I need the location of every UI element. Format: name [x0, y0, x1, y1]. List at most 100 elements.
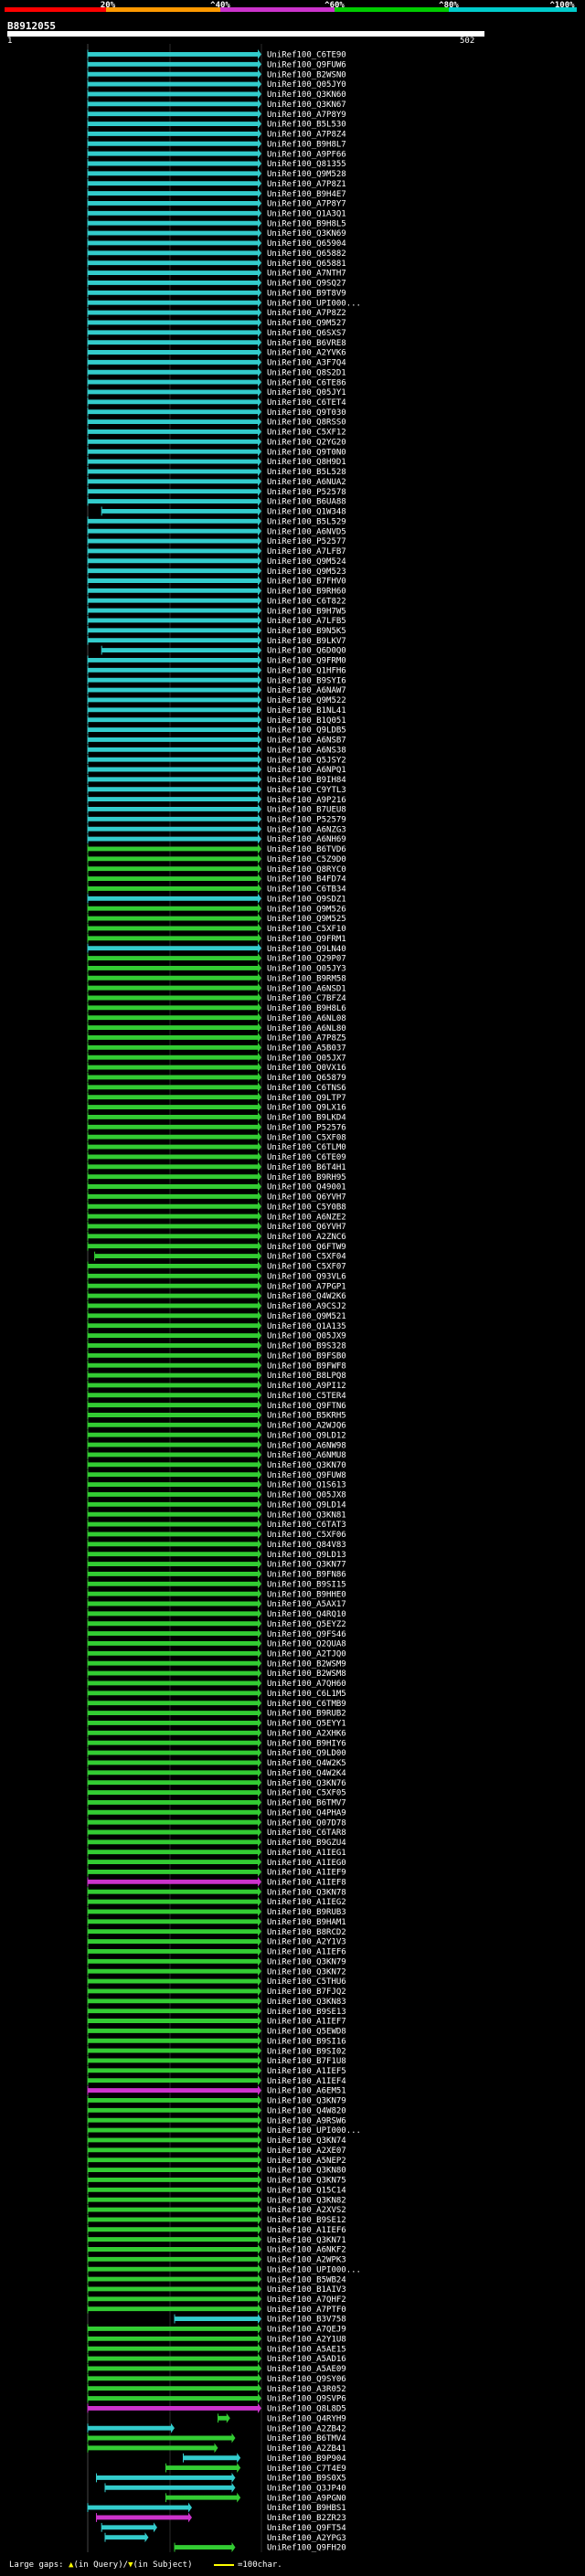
hit-label[interactable]: UniRef100_Q9LD14 — [267, 1500, 346, 1510]
hit-label[interactable]: UniRef100_Q9LD12 — [267, 1431, 346, 1440]
hit-label[interactable]: UniRef100_B5WB24 — [267, 2275, 346, 2284]
hit-label[interactable]: UniRef100_Q05JY3 — [267, 965, 346, 974]
hit-label[interactable]: UniRef100_A7P8Z1 — [267, 180, 346, 189]
hit-label[interactable]: UniRef100_C6TAR8 — [267, 1829, 346, 1838]
hit-label[interactable]: UniRef100_B9HHE0 — [267, 1590, 346, 1599]
hit-label[interactable]: UniRef100_Q9M523 — [267, 567, 346, 577]
hit-label[interactable]: UniRef100_A6NSD1 — [267, 984, 346, 993]
hit-label[interactable]: UniRef100_P52576 — [267, 1123, 346, 1132]
hit-label[interactable]: UniRef100_B9HIY6 — [267, 1739, 346, 1748]
hit-label[interactable]: UniRef100_A2YVK6 — [267, 349, 346, 358]
hit-label[interactable]: UniRef100_Q9FRM1 — [267, 935, 346, 944]
hit-label[interactable]: UniRef100_B7FJQ2 — [267, 1988, 346, 1997]
hit-label[interactable]: UniRef100_A2XHK6 — [267, 1729, 346, 1738]
hit-label[interactable]: UniRef100_B9RUB2 — [267, 1710, 346, 1719]
hit-label[interactable]: UniRef100_Q1W348 — [267, 508, 346, 517]
hit-label[interactable]: UniRef100_C6TE86 — [267, 378, 346, 387]
hit-label[interactable]: UniRef100_B9P904 — [267, 2454, 346, 2464]
hit-label[interactable]: UniRef100_B6UA88 — [267, 498, 346, 507]
hit-label[interactable]: UniRef100_B9H8L7 — [267, 140, 346, 149]
hit-label[interactable]: UniRef100_A3R052 — [267, 2385, 346, 2394]
hit-label[interactable]: UniRef100_Q5EYY1 — [267, 1720, 346, 1729]
hit-label[interactable]: UniRef100_B9SI15 — [267, 1580, 346, 1589]
hit-label[interactable]: UniRef100_B9H8L6 — [267, 1004, 346, 1013]
hit-label[interactable]: UniRef100_Q3KN78 — [267, 1888, 346, 1897]
hit-label[interactable]: UniRef100_B7F1U8 — [267, 2057, 346, 2066]
hit-label[interactable]: UniRef100_A2Y1U8 — [267, 2335, 346, 2344]
hit-label[interactable]: UniRef100_A5NEP2 — [267, 2157, 346, 2166]
hit-label[interactable]: UniRef100_Q8RYC0 — [267, 865, 346, 875]
hit-label[interactable]: UniRef100_Q07D78 — [267, 1818, 346, 1828]
hit-label[interactable]: UniRef100_A6NKF2 — [267, 2246, 346, 2255]
hit-label[interactable]: UniRef100_B9SI02 — [267, 2047, 346, 2056]
hit-label[interactable]: UniRef100_C5TER4 — [267, 1392, 346, 1401]
hit-label[interactable]: UniRef100_A6NW98 — [267, 1441, 346, 1450]
hit-label[interactable]: UniRef100_A1IEF7 — [267, 2018, 346, 2027]
hit-label[interactable]: UniRef100_B2WSN0 — [267, 70, 346, 80]
hit-label[interactable]: UniRef100_B9N5K5 — [267, 627, 346, 636]
hit-label[interactable]: UniRef100_P52577 — [267, 537, 346, 546]
hit-label[interactable]: UniRef100_C5XF05 — [267, 1789, 346, 1798]
hit-label[interactable]: UniRef100_C6TE90 — [267, 51, 346, 60]
hit-label[interactable]: UniRef100_A6NZG3 — [267, 825, 346, 834]
hit-label[interactable]: UniRef100_A1IEF6 — [267, 1948, 346, 1957]
hit-label[interactable]: UniRef100_A6NH69 — [267, 835, 346, 844]
hit-label[interactable]: UniRef100_Q9LTP7 — [267, 1094, 346, 1103]
hit-label[interactable]: UniRef100_A2XVS2 — [267, 2206, 346, 2215]
hit-label[interactable]: UniRef100_A7QHF2 — [267, 2295, 346, 2305]
hit-label[interactable]: UniRef100_C6TE09 — [267, 1153, 346, 1162]
hit-label[interactable]: UniRef100_A6NUA2 — [267, 478, 346, 487]
hit-label[interactable]: UniRef100_Q9LX16 — [267, 1104, 346, 1113]
hit-label[interactable]: UniRef100_Q0VX16 — [267, 1064, 346, 1073]
hit-label[interactable]: UniRef100_A1IEF4 — [267, 2077, 346, 2086]
hit-label[interactable]: UniRef100_Q9SQ27 — [267, 280, 346, 289]
hit-label[interactable]: UniRef100_A7P8Z2 — [267, 309, 346, 318]
hit-label[interactable]: UniRef100_Q9SDZ1 — [267, 895, 346, 904]
hit-label[interactable]: UniRef100_Q9LDB5 — [267, 726, 346, 736]
hit-label[interactable]: UniRef100_Q3KN80 — [267, 2167, 346, 2176]
hit-label[interactable]: UniRef100_B6TMV4 — [267, 2434, 346, 2443]
hit-label[interactable]: UniRef100_B7UEU8 — [267, 806, 346, 815]
hit-label[interactable]: UniRef100_Q4W2K5 — [267, 1759, 346, 1768]
hit-label[interactable]: UniRef100_B6T4H1 — [267, 1163, 346, 1172]
hit-label[interactable]: UniRef100_A9RSW6 — [267, 2116, 346, 2125]
hit-label[interactable]: UniRef100_A2ZNC6 — [267, 1233, 346, 1242]
hit-label[interactable]: UniRef100_Q9SVP6 — [267, 2395, 346, 2404]
hit-label[interactable]: UniRef100_Q9FT54 — [267, 2524, 346, 2533]
hit-label[interactable]: UniRef100_Q6SXS7 — [267, 329, 346, 338]
hit-label[interactable]: UniRef100_Q9M528 — [267, 170, 346, 179]
hit-label[interactable]: UniRef100_Q3KN76 — [267, 1779, 346, 1788]
hit-label[interactable]: UniRef100_A1IEG0 — [267, 1859, 346, 1868]
hit-label[interactable]: UniRef100_Q4PHA9 — [267, 1808, 346, 1818]
hit-label[interactable]: UniRef100_B2ZR23 — [267, 2514, 346, 2523]
hit-label[interactable]: UniRef100_Q6FTW9 — [267, 1243, 346, 1252]
hit-label[interactable]: UniRef100_C6TLM0 — [267, 1143, 346, 1152]
hit-label[interactable]: UniRef100_Q9FUW6 — [267, 60, 346, 69]
hit-label[interactable]: UniRef100_A2XE07 — [267, 2147, 346, 2156]
hit-label[interactable]: UniRef100_A6NPQ1 — [267, 766, 346, 775]
hit-label[interactable]: UniRef100_Q29P07 — [267, 955, 346, 964]
hit-label[interactable]: UniRef100_Q84V83 — [267, 1541, 346, 1550]
hit-label[interactable]: UniRef100_B9SE13 — [267, 2008, 346, 2017]
hit-label[interactable]: UniRef100_B9T8V9 — [267, 289, 346, 298]
hit-label[interactable]: UniRef100_A7PTF0 — [267, 2306, 346, 2315]
hit-label[interactable]: UniRef100_B9HBS1 — [267, 2504, 346, 2513]
hit-label[interactable]: UniRef100_A7NTH7 — [267, 270, 346, 279]
hit-label[interactable]: UniRef100_A2ZB42 — [267, 2424, 346, 2433]
hit-label[interactable]: UniRef100_Q4W820 — [267, 2106, 346, 2115]
hit-label[interactable]: UniRef100_A5AX17 — [267, 1600, 346, 1609]
hit-label[interactable]: UniRef100_Q3KN79 — [267, 2097, 346, 2106]
hit-label[interactable]: UniRef100_B9RH60 — [267, 588, 346, 597]
hit-label[interactable]: UniRef100_C5THU6 — [267, 1977, 346, 1987]
hit-label[interactable]: UniRef100_A7P8Z5 — [267, 1034, 346, 1044]
hit-label[interactable]: UniRef100_A5B037 — [267, 1044, 346, 1053]
hit-label[interactable]: UniRef100_Q9LN40 — [267, 945, 346, 954]
hit-label[interactable]: UniRef100_P52578 — [267, 488, 346, 497]
hit-label[interactable]: UniRef100_B6VRE8 — [267, 339, 346, 348]
hit-label[interactable]: UniRef100_Q3KN67 — [267, 101, 346, 110]
hit-label[interactable]: UniRef100_Q05JX7 — [267, 1054, 346, 1063]
hit-label[interactable]: UniRef100_Q65881 — [267, 260, 346, 269]
hit-label[interactable]: UniRef100_A5AD16 — [267, 2355, 346, 2364]
hit-label[interactable]: UniRef100_Q65879 — [267, 1074, 346, 1083]
hit-label[interactable]: UniRef100_C9YTL3 — [267, 786, 346, 795]
